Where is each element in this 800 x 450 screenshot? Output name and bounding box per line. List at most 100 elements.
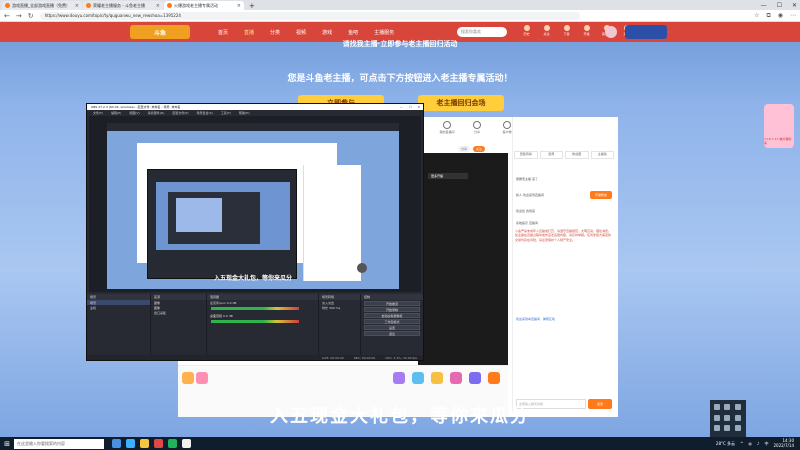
tray-chevron-icon[interactable]: ^	[740, 441, 743, 446]
edge-icon[interactable]	[126, 439, 135, 448]
nav-home[interactable]: 首页	[218, 29, 228, 36]
gift-icon[interactable]	[196, 372, 208, 384]
close-tab-icon[interactable]: ×	[237, 3, 241, 9]
tray-app-icon[interactable]	[714, 414, 720, 421]
share-button[interactable]: 分享	[458, 146, 471, 152]
maximize-button[interactable]: ☐	[777, 2, 782, 9]
nav-games[interactable]: 游戏	[322, 29, 332, 36]
douyu-logo[interactable]: 斗鱼	[130, 25, 190, 39]
open-fans-button[interactable]: 开通粉丝	[590, 191, 612, 199]
settings-button[interactable]: 设置	[364, 325, 420, 330]
start-live-icon[interactable]: 开播	[580, 25, 593, 39]
language-indicator[interactable]: 中	[764, 441, 768, 447]
side-event-badge[interactable]: 7.10-7.17 喊片福利来	[764, 104, 794, 148]
nav-live[interactable]: 直播	[244, 29, 254, 36]
weather-text[interactable]: 28°C 多云	[716, 441, 735, 447]
tray-app-icon[interactable]	[714, 404, 720, 410]
tray-app-icon[interactable]	[734, 404, 741, 410]
tray-app-icon[interactable]	[724, 404, 731, 410]
file-explorer-icon[interactable]	[140, 439, 149, 448]
more-streams-button[interactable]: 更多开播	[428, 173, 468, 179]
tab-fans[interactable]: 粉丝团	[565, 151, 589, 159]
close-tab-icon[interactable]: ×	[156, 3, 160, 9]
duration-field[interactable]: 300 ms	[329, 306, 340, 310]
history-icon[interactable]: 历史	[520, 25, 533, 39]
app-icon[interactable]	[168, 439, 177, 448]
profile-icon[interactable]: ◉	[778, 12, 783, 20]
menu-docks[interactable]: 停靠部件(D)	[148, 111, 165, 115]
start-recording-button[interactable]: 开始录制	[364, 307, 420, 312]
volume-icon[interactable]: ♪	[757, 441, 760, 446]
studio-mode-button[interactable]: 工作室模式	[364, 319, 420, 324]
veteran-venue-button[interactable]: 老主播回归会场	[418, 95, 504, 111]
close-window-button[interactable]: ✕	[792, 2, 797, 9]
browser-tab-1[interactable]: 游戏直播_全部游戏直播（免费） ×	[2, 1, 82, 10]
minimize-button[interactable]: —	[761, 2, 767, 9]
close-window-button[interactable]: ✕	[417, 105, 420, 109]
task-view-icon[interactable]	[112, 439, 121, 448]
tab-streamer-rank[interactable]: 主播榜	[590, 151, 614, 159]
tray-app-icon[interactable]	[714, 425, 720, 432]
volume-meter[interactable]	[211, 320, 299, 323]
minimize-button[interactable]: —	[400, 105, 403, 109]
close-tab-icon[interactable]: ×	[75, 3, 79, 9]
maximize-button[interactable]: ☐	[409, 105, 412, 109]
nav-video[interactable]: 视频	[296, 29, 306, 36]
avatar[interactable]	[605, 26, 617, 38]
nav-category[interactable]: 分类	[270, 29, 280, 36]
reload-button[interactable]: ↻	[28, 12, 34, 20]
follow-button[interactable]: 关注	[473, 146, 486, 152]
collections-icon[interactable]: ⧉	[766, 12, 770, 20]
menu-file[interactable]: 文件(F)	[93, 111, 103, 115]
tray-app-icon[interactable]	[734, 425, 741, 432]
nested-room-card	[137, 143, 361, 281]
url-field[interactable]: https://www.douyu.com/topic/ty/quguanwu_…	[39, 11, 580, 20]
site-search-input[interactable]: 搜索你喜欢	[457, 27, 507, 37]
menu-help[interactable]: 帮助(H)	[239, 111, 250, 115]
gift-icon[interactable]	[450, 372, 462, 384]
app-icon[interactable]	[154, 439, 163, 448]
tray-app-icon[interactable]	[734, 414, 741, 421]
nav-streamer-service[interactable]: 主播服务	[374, 29, 394, 36]
tray-app-icon[interactable]	[724, 414, 731, 421]
nav-yuba[interactable]: 鱼吧	[348, 29, 358, 36]
scene-item[interactable]: 主机	[87, 305, 150, 310]
new-tab-button[interactable]: +	[245, 2, 259, 10]
volume-meter[interactable]	[211, 307, 299, 310]
tray-app-icon[interactable]	[724, 425, 731, 432]
download-icon[interactable]: 下载	[560, 25, 573, 39]
browser-tab-2[interactable]: 荣耀老主播服务 - 斗鱼老主播 ×	[83, 1, 163, 10]
browser-tab-3[interactable]: 火爆游戏老主播专属活动 ×	[164, 1, 244, 10]
gift-icon[interactable]	[393, 372, 405, 384]
gift-icon[interactable]	[431, 372, 443, 384]
menu-view[interactable]: 视图(V)	[129, 111, 139, 115]
tab-vip[interactable]: 贵宾	[539, 151, 563, 159]
network-icon[interactable]: ◍	[748, 441, 752, 446]
menu-edit[interactable]: 编辑(E)	[111, 111, 121, 115]
gift-icon[interactable]	[469, 372, 481, 384]
windows-start-icon[interactable]: ⊞	[0, 437, 14, 450]
star-icon[interactable]: ☆	[754, 12, 759, 20]
virtual-camera-button[interactable]: 启动虚拟摄像机	[364, 313, 420, 318]
gift-icon[interactable]	[182, 372, 194, 384]
live-video-area[interactable]	[418, 153, 508, 367]
taskbar-search[interactable]: 在这里输入你要搜索的内容	[14, 438, 104, 449]
follow-icon[interactable]: 关注	[540, 25, 553, 39]
exit-button[interactable]: 退出	[364, 331, 420, 336]
tab-weekly-rank[interactable]: 贡献周榜	[514, 151, 538, 159]
forward-button[interactable]: →	[16, 12, 22, 20]
start-streaming-button[interactable]: 开始推流	[364, 301, 420, 306]
menu-tools[interactable]: 工具(T)	[221, 111, 231, 115]
menu-profile[interactable]: 配置文件(P)	[172, 111, 188, 115]
share-icon[interactable]: 分享	[468, 121, 486, 134]
obs-preview[interactable]: 入五现金大礼包，等你来瓜分	[89, 116, 421, 292]
menu-icon[interactable]: ⋯	[790, 12, 796, 20]
gift-icon[interactable]	[488, 372, 500, 384]
gift-icon[interactable]	[412, 372, 424, 384]
obs-app-icon[interactable]	[182, 439, 191, 448]
source-item[interactable]: 窗口采集	[151, 310, 206, 315]
my-room-icon[interactable]: 我的直播间	[438, 121, 456, 134]
menu-scene-collection[interactable]: 场景集合(S)	[197, 111, 213, 115]
back-button[interactable]: ←	[4, 12, 10, 20]
clock[interactable]: 14:30 2022/7/14	[773, 438, 794, 448]
